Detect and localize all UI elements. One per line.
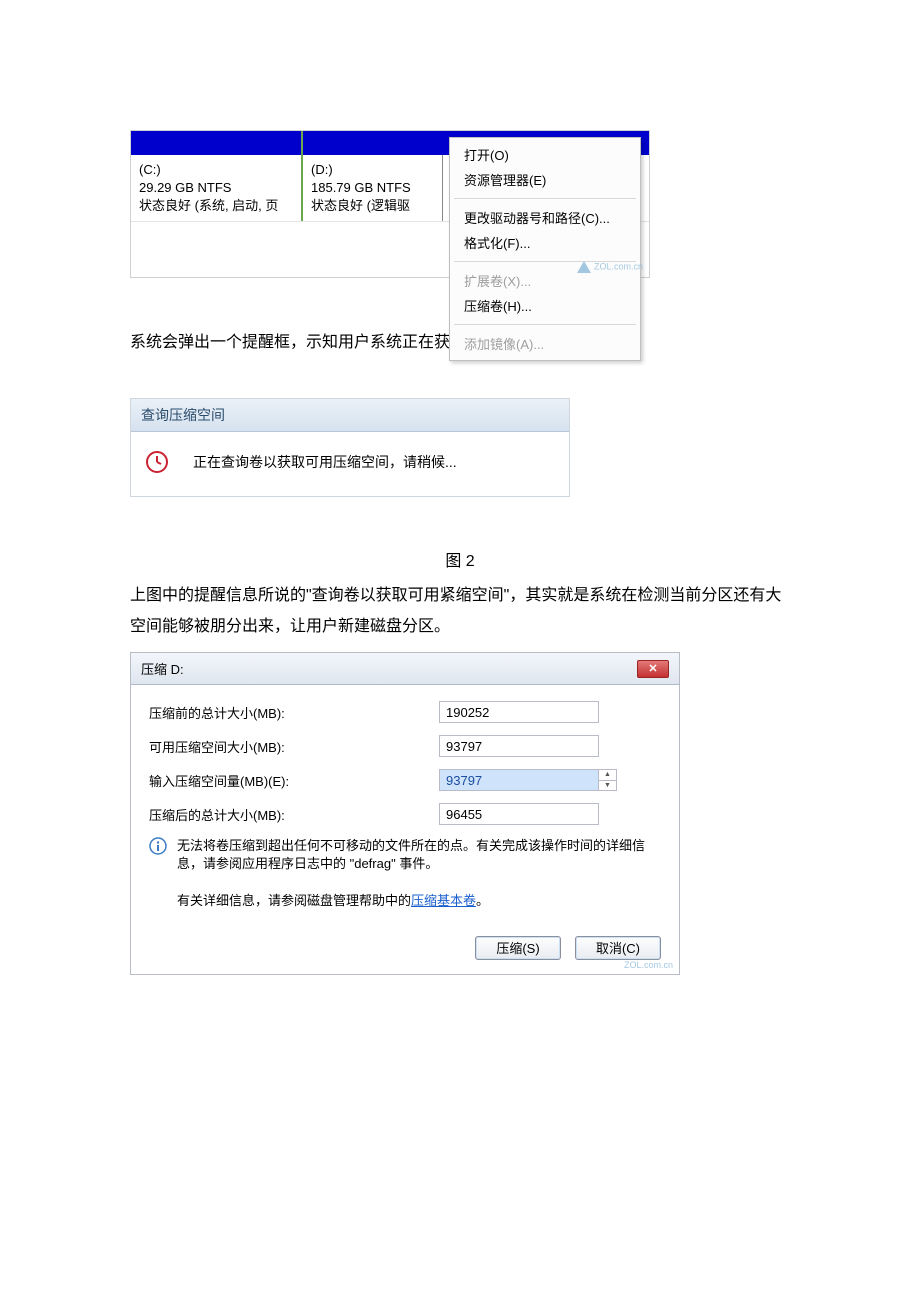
close-icon: ✕ (648, 662, 657, 675)
value-size-before: 190252 (439, 701, 599, 723)
watermark: ZOL.com.cn (624, 960, 673, 970)
info-icon (149, 837, 167, 873)
menu-shrink[interactable]: 压缩卷(H)... (450, 293, 640, 318)
help-link[interactable]: 压缩基本卷 (411, 893, 476, 908)
partition-c[interactable]: (C:) 29.29 GB NTFS 状态良好 (系统, 启动, 页 (131, 155, 303, 221)
menu-separator (454, 324, 636, 325)
input-shrink-amount[interactable]: 93797 (439, 769, 599, 791)
label-shrink-amount: 输入压缩空间量(MB)(E): (149, 771, 439, 790)
partition-d[interactable]: (D:) 185.79 GB NTFS 状态良好 (逻辑驱 (303, 155, 443, 221)
watermark: ZOL.com.cn (577, 261, 643, 273)
info-text: 无法将卷压缩到超出任何不可移动的文件所在的点。有关完成该操作时间的详细信息，请参… (177, 837, 661, 873)
spinner[interactable]: ▲ ▼ (599, 769, 617, 791)
label-available: 可用压缩空间大小(MB): (149, 737, 439, 756)
partition-c-status: 状态良好 (系统, 启动, 页 (139, 197, 293, 215)
label-size-before: 压缩前的总计大小(MB): (149, 703, 439, 722)
label-size-after: 压缩后的总计大小(MB): (149, 805, 439, 824)
menu-explorer[interactable]: 资源管理器(E) (450, 167, 640, 192)
shrink-dialog-title: 压缩 D: (141, 659, 184, 678)
partition-c-letter: (C:) (139, 161, 293, 179)
menu-format[interactable]: 格式化(F)... (450, 230, 640, 255)
disk-mgmt-screenshot: (C:) 29.29 GB NTFS 状态良好 (系统, 启动, 页 (D:) … (130, 130, 650, 278)
query-dialog-title: 查询压缩空间 (131, 399, 569, 432)
menu-open[interactable]: 打开(O) (450, 142, 640, 167)
value-available: 93797 (439, 735, 599, 757)
context-menu: 打开(O) 资源管理器(E) 更改驱动器号和路径(C)... 格式化(F)...… (449, 137, 641, 361)
partition-d-letter: (D:) (311, 161, 435, 179)
clock-icon (145, 450, 169, 474)
spinner-down-icon[interactable]: ▼ (599, 781, 616, 791)
close-button[interactable]: ✕ (637, 660, 669, 678)
help-text-suffix: 。 (476, 893, 489, 908)
menu-add-mirror: 添加镜像(A)... (450, 331, 640, 356)
value-size-after: 96455 (439, 803, 599, 825)
shrink-button[interactable]: 压缩(S) (475, 936, 561, 960)
partition-d-size: 185.79 GB NTFS (311, 179, 435, 197)
shrink-dialog: 压缩 D: ✕ 压缩前的总计大小(MB): 190252 可用压缩空间大小(MB… (130, 652, 680, 975)
spinner-up-icon[interactable]: ▲ (599, 770, 616, 781)
query-dialog: 查询压缩空间 正在查询卷以获取可用压缩空间，请稍候... (130, 398, 570, 497)
menu-separator (454, 198, 636, 199)
figure-caption: 图 2 (130, 547, 790, 571)
partition-d-status: 状态良好 (逻辑驱 (311, 197, 435, 215)
help-text-prefix: 有关详细信息，请参阅磁盘管理帮助中的 (177, 893, 411, 908)
partition-c-size: 29.29 GB NTFS (139, 179, 293, 197)
query-dialog-message: 正在查询卷以获取可用压缩空间，请稍候... (193, 452, 457, 472)
menu-change-letter[interactable]: 更改驱动器号和路径(C)... (450, 205, 640, 230)
paragraph-2: 上图中的提醒信息所说的"查询卷以获取可用紧缩空间"，其实就是系统在检测当前分区还… (130, 581, 790, 642)
cancel-button[interactable]: 取消(C) (575, 936, 661, 960)
